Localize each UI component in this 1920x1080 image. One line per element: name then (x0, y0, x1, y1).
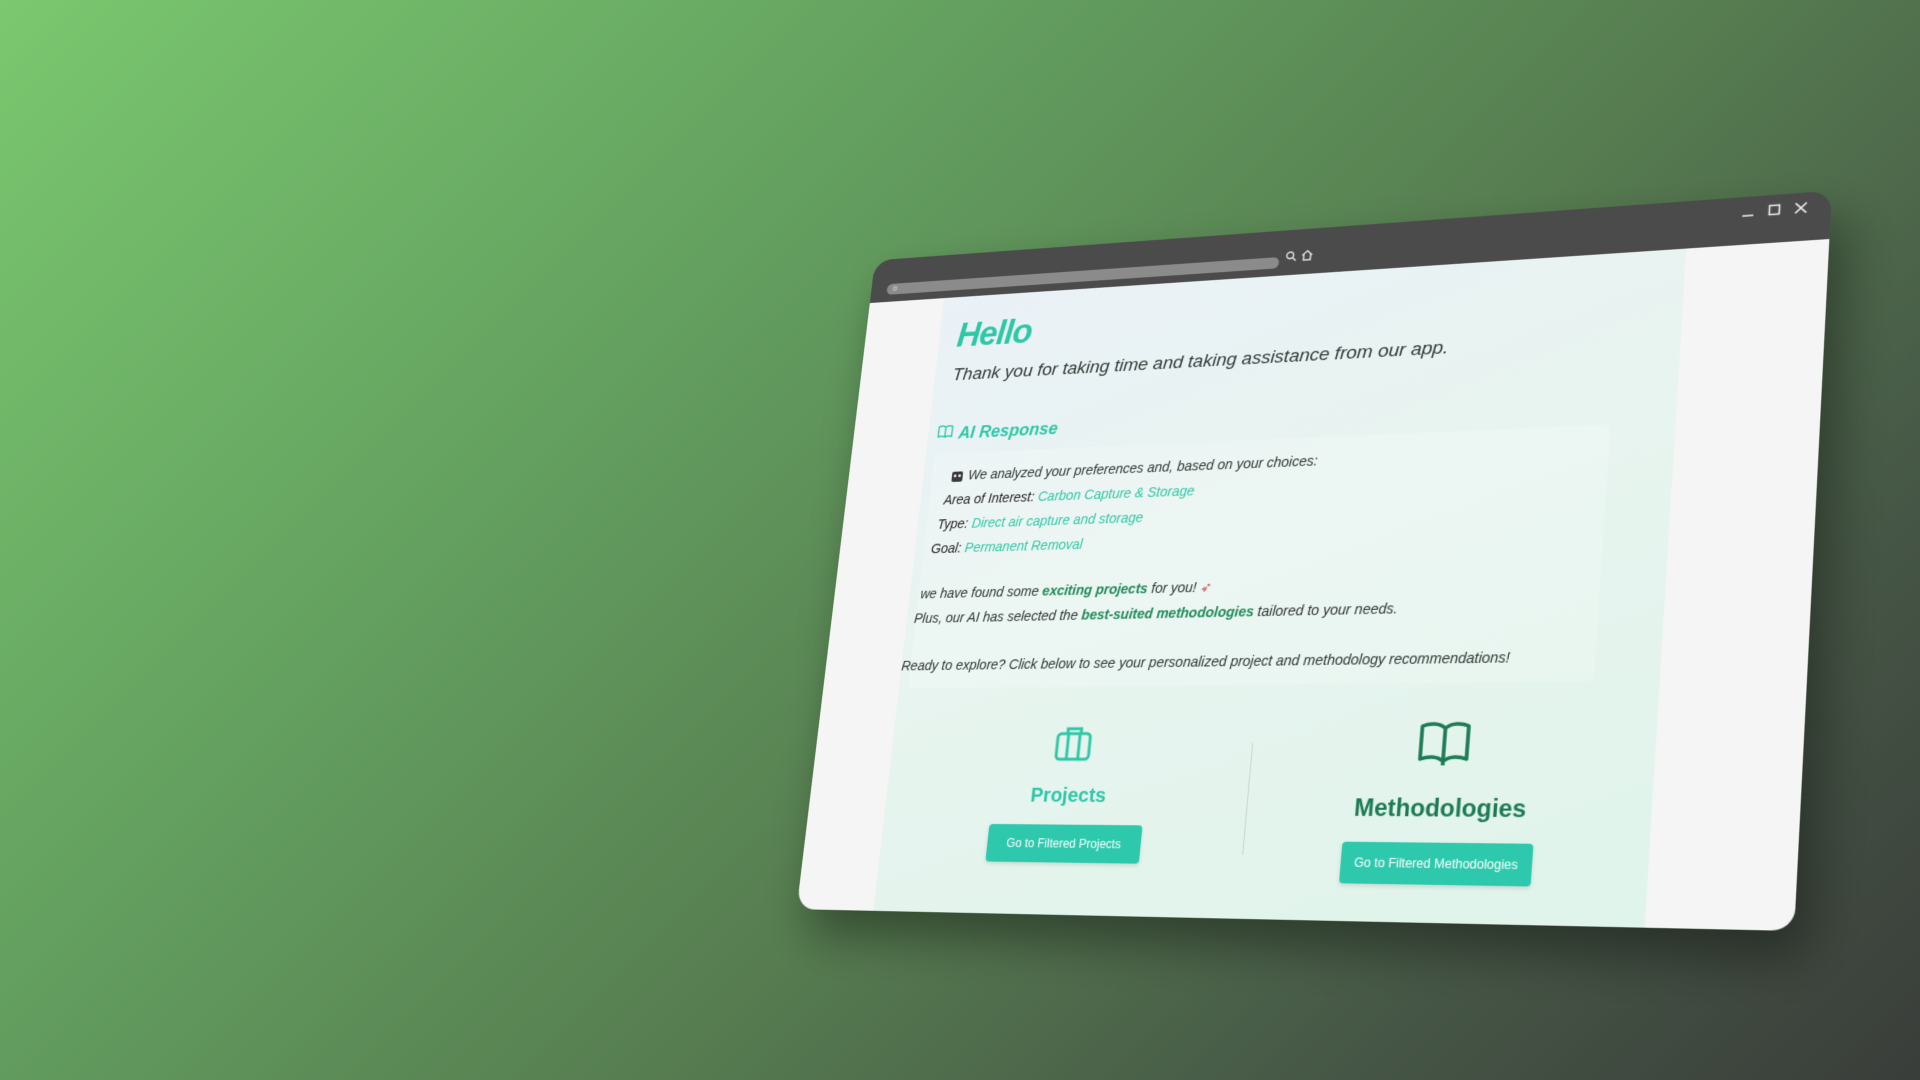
rocket-icon: ➶ (1200, 579, 1213, 596)
methodologies-card: Methodologies Go to Filtered Methodologi… (1259, 700, 1626, 927)
site-info-icon[interactable]: ⊜ (892, 285, 900, 293)
desktop-background: ⊜ Hello Thank you for taking time and ta… (0, 0, 1920, 1080)
goal-label: Goal: (930, 540, 962, 556)
book-icon (936, 424, 954, 444)
page-viewport: Hello Thank you for taking time and taki… (797, 239, 1830, 931)
go-to-filtered-methodologies-button[interactable]: Go to Filtered Methodologies (1339, 842, 1534, 887)
type-row: Type: Direct air capture and storage (937, 509, 1144, 531)
ai-response-box: We analyzed your preferences and, based … (908, 424, 1611, 688)
greeting-title: Hello (955, 312, 1034, 355)
area-value: Carbon Capture & Storage (1037, 483, 1195, 504)
projects-title: Projects (913, 784, 1231, 808)
area-label: Area of Interest: (943, 489, 1035, 507)
goal-row: Goal: Permanent Removal (930, 536, 1083, 556)
go-to-filtered-projects-button[interactable]: Go to Filtered Projects (985, 824, 1142, 864)
book-open-icon (1415, 718, 1474, 775)
found-line: we have found some exciting projects for… (920, 579, 1213, 602)
robot-icon (951, 471, 963, 482)
window-controls (1740, 200, 1809, 219)
briefcase-icon (1050, 722, 1097, 770)
methodologies-title: Methodologies (1267, 794, 1619, 825)
close-icon[interactable] (1793, 200, 1809, 215)
home-icon[interactable] (1300, 249, 1314, 261)
recommendation-cards: Projects Go to Filtered Projects Methodo… (873, 700, 1658, 928)
ai-response-label: AI Response (957, 419, 1058, 443)
goal-value: Permanent Removal (964, 536, 1083, 555)
plus-prefix: Plus, our AI has selected the (913, 607, 1078, 626)
found-highlight: exciting projects (1042, 580, 1149, 598)
browser-window: ⊜ Hello Thank you for taking time and ta… (797, 191, 1832, 931)
plus-line: Plus, our AI has selected the best-suite… (913, 600, 1398, 626)
cta-text: Ready to explore? Click below to see you… (901, 649, 1511, 673)
intro-text: We analyzed your preferences and, based … (967, 453, 1318, 483)
area-row: Area of Interest: Carbon Capture & Stora… (943, 483, 1195, 508)
plus-suffix: tailored to your needs. (1257, 600, 1398, 619)
card-divider (1242, 743, 1253, 855)
found-prefix: we have found some (920, 583, 1040, 601)
type-value: Direct air capture and storage (971, 509, 1144, 530)
intro-line: We analyzed your preferences and, based … (951, 453, 1318, 483)
ai-response-header: AI Response (936, 419, 1059, 444)
projects-card: Projects Go to Filtered Projects (901, 703, 1238, 918)
minimize-icon[interactable] (1740, 204, 1756, 219)
toolbar-icons (1285, 249, 1314, 262)
found-suffix: for you! (1151, 579, 1198, 596)
maximize-icon[interactable] (1766, 202, 1782, 217)
main-content: Hello Thank you for taking time and taki… (873, 249, 1686, 928)
search-icon[interactable] (1285, 250, 1298, 262)
plus-highlight: best-suited methodologies (1081, 603, 1255, 622)
type-label: Type: (937, 516, 969, 532)
